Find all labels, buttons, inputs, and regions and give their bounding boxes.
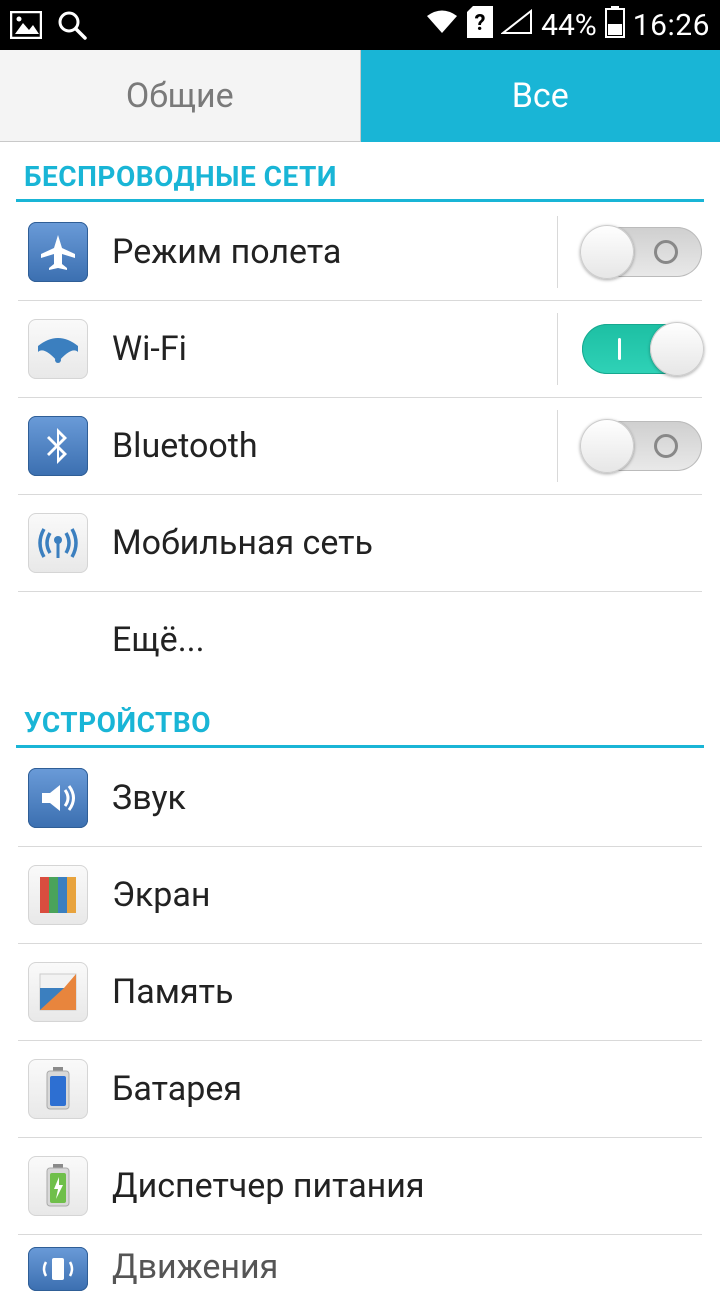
sim-unknown-icon: ? — [467, 6, 493, 45]
tab-bar: Общие Все — [0, 50, 720, 142]
wifi-icon — [28, 319, 88, 379]
battery-percent: 44% — [541, 8, 597, 43]
section-divider — [16, 745, 704, 748]
motion-label: Движения — [112, 1247, 278, 1287]
tab-general[interactable]: Общие — [0, 50, 361, 142]
storage-label: Память — [112, 972, 233, 1012]
power-manager-label: Диспетчер питания — [112, 1166, 425, 1206]
svg-text:?: ? — [475, 11, 486, 36]
wifi-label: Wi-Fi — [112, 329, 187, 369]
airplane-toggle[interactable] — [582, 227, 702, 277]
clock: 16:26 — [633, 8, 710, 43]
sound-label: Звук — [112, 778, 186, 818]
status-bar: ? 44% 16:26 — [0, 0, 720, 50]
wifi-signal-icon — [425, 9, 459, 42]
row-battery[interactable]: Батарея — [0, 1041, 720, 1137]
bluetooth-icon — [28, 416, 88, 476]
mobile-network-label: Мобильная сеть — [112, 523, 373, 563]
airplane-icon — [28, 222, 88, 282]
mobile-network-icon — [28, 513, 88, 573]
battery-label: Батарея — [112, 1069, 242, 1109]
cell-signal-icon — [501, 9, 533, 42]
battery-icon — [605, 6, 625, 45]
section-device-header: УСТРОЙСТВО — [0, 688, 720, 745]
search-icon — [56, 9, 88, 41]
picture-icon — [10, 11, 42, 39]
tab-all[interactable]: Все — [361, 50, 720, 142]
row-more[interactable]: Ещё... — [0, 592, 720, 688]
row-airplane[interactable]: Режим полета — [0, 204, 720, 300]
row-bluetooth[interactable]: Bluetooth — [0, 398, 720, 494]
display-icon — [28, 865, 88, 925]
section-divider — [16, 199, 704, 202]
battery-settings-icon — [28, 1059, 88, 1119]
motion-icon — [28, 1247, 88, 1291]
wifi-toggle[interactable] — [582, 324, 702, 374]
row-mobile-network[interactable]: Мобильная сеть — [0, 495, 720, 591]
row-display[interactable]: Экран — [0, 847, 720, 943]
bluetooth-label: Bluetooth — [112, 426, 258, 466]
row-wifi[interactable]: Wi-Fi — [0, 301, 720, 397]
row-power-manager[interactable]: Диспетчер питания — [0, 1138, 720, 1234]
row-motion[interactable]: Движения — [0, 1235, 720, 1295]
display-label: Экран — [112, 875, 211, 915]
bluetooth-toggle[interactable] — [582, 421, 702, 471]
power-manager-icon — [28, 1156, 88, 1216]
row-sound[interactable]: Звук — [0, 750, 720, 846]
sound-icon — [28, 768, 88, 828]
airplane-label: Режим полета — [112, 232, 341, 272]
storage-icon — [28, 962, 88, 1022]
more-label: Ещё... — [112, 620, 205, 660]
row-storage[interactable]: Память — [0, 944, 720, 1040]
section-wireless-header: БЕСПРОВОДНЫЕ СЕТИ — [0, 142, 720, 199]
